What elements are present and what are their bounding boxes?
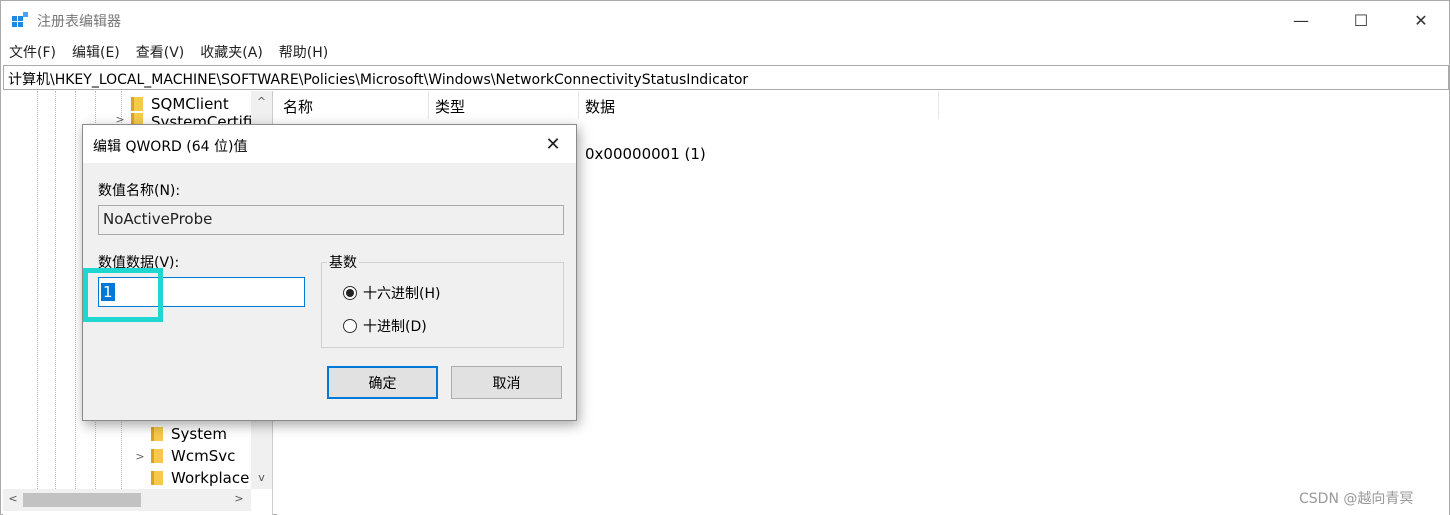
radio-checked-icon[interactable] [343,286,357,300]
annotation-highlight-box [83,268,163,322]
tree-item-label: Workplace [171,469,250,487]
value-data-cell[interactable]: 0x00000001 (1) [585,145,706,163]
chevron-right-icon[interactable]: > [133,450,147,463]
scroll-down-icon[interactable]: v [251,471,272,484]
radio-label: 十进制(D) [363,319,427,335]
menu-help[interactable]: 帮助(H) [271,39,336,63]
tree-horizontal-scrollbar[interactable]: < > [3,489,251,511]
tree-guide-line [55,91,56,491]
tree-item-sqmclient[interactable]: SQMClient [113,93,229,115]
column-header-type[interactable]: 类型 [429,91,579,119]
close-icon: ✕ [545,133,561,155]
scroll-up-icon[interactable]: ^ [251,95,272,108]
tree-item-wcmsvc[interactable]: > WcmSvc [133,445,235,467]
value-name-label: 数值名称(N): [98,183,181,199]
close-icon: ✕ [1414,10,1428,30]
menu-view[interactable]: 查看(V) [128,39,193,63]
folder-icon [151,449,163,463]
scroll-left-icon[interactable]: < [5,492,21,505]
menu-favorites[interactable]: 收藏夹(A) [192,39,271,63]
tree-item-workplace[interactable]: Workplace [133,467,249,489]
column-header-data[interactable]: 数据 [579,91,939,119]
edit-qword-dialog: 编辑 QWORD (64 位)值 ✕ 数值名称(N): NoActiveProb… [82,124,577,421]
menu-edit[interactable]: 编辑(E) [64,39,128,63]
address-bar[interactable]: 计算机\HKEY_LOCAL_MACHINE\SOFTWARE\Policies… [3,65,1449,90]
scrollbar-thumb[interactable] [23,493,141,507]
ok-button[interactable]: 确定 [327,366,438,399]
dialog-title: 编辑 QWORD (64 位)值 [93,139,248,155]
title-bar: 注册表编辑器 — ☐ ✕ [1,1,1449,39]
tree-item-label: System [171,425,227,443]
app-title: 注册表编辑器 [37,14,121,30]
cancel-button[interactable]: 取消 [451,366,562,399]
dialog-close-button[interactable]: ✕ [533,129,573,159]
tree-item-label: WcmSvc [171,447,236,465]
tree-guide-line [75,91,76,491]
radio-unchecked-icon[interactable] [343,319,357,333]
tree-item-system[interactable]: System [133,423,227,445]
value-name-field: NoActiveProbe [98,205,564,235]
dialog-title-bar: 编辑 QWORD (64 位)值 ✕ [83,125,576,163]
menu-file[interactable]: 文件(F) [1,39,64,63]
watermark: CSDN @越向青冥 [1299,491,1414,507]
folder-icon [151,427,163,441]
column-header-name[interactable]: 名称 [277,91,429,119]
menu-bar: 文件(F) 编辑(E) 查看(V) 收藏夹(A) 帮助(H) [1,39,1449,63]
tree-item-label: SQMClient [151,95,229,113]
radio-hexadecimal[interactable]: 十六进制(H) [343,283,440,303]
maximize-icon: ☐ [1353,10,1369,30]
registry-editor-window: 注册表编辑器 — ☐ ✕ 文件(F) 编辑(E) 查看(V) 收藏夹(A) 帮助… [0,0,1450,515]
tree-guide-line [37,91,38,491]
scroll-right-icon[interactable]: > [231,492,247,505]
folder-icon [131,97,143,111]
folder-icon [151,471,163,485]
minimize-button[interactable]: — [1271,1,1331,39]
registry-editor-icon [12,12,28,27]
radio-decimal[interactable]: 十进制(D) [343,316,427,336]
close-button[interactable]: ✕ [1391,1,1450,39]
base-label: 基数 [327,252,359,272]
minimize-icon: — [1293,10,1309,30]
maximize-button[interactable]: ☐ [1331,1,1391,39]
radio-label: 十六进制(H) [363,286,441,302]
